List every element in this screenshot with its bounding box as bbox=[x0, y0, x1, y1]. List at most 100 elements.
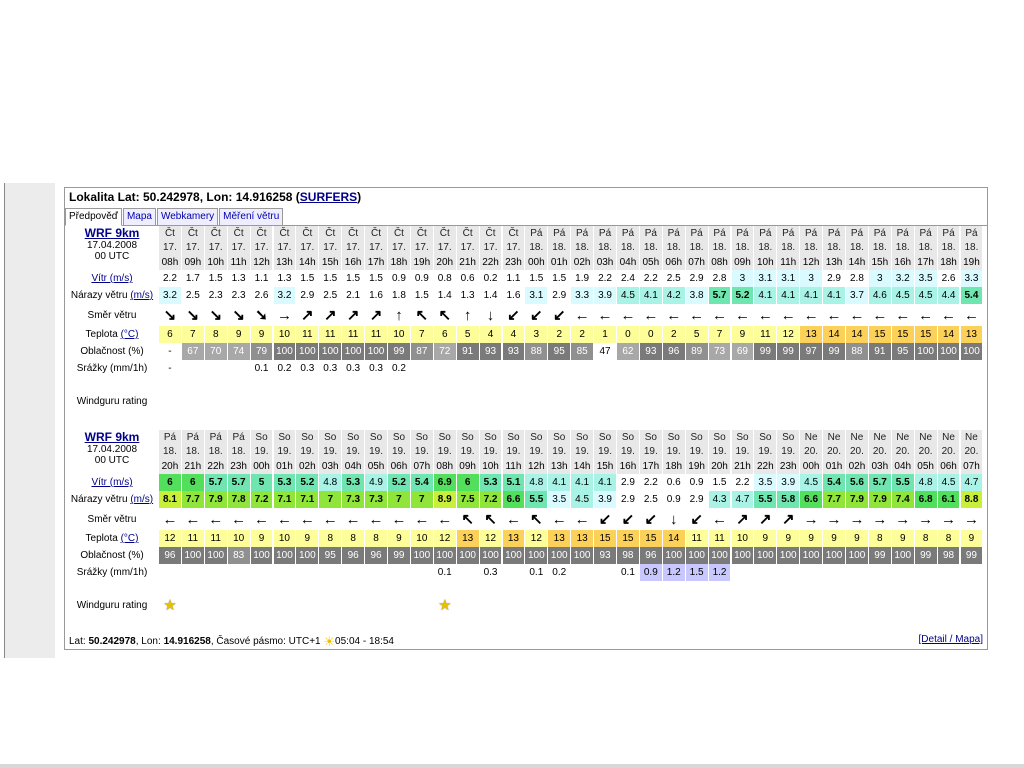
day-cell: Pá bbox=[525, 226, 548, 240]
cloud-cell: 100 bbox=[800, 547, 823, 564]
gust-cell: 7.9 bbox=[204, 491, 227, 508]
wind-cell: 5 bbox=[250, 474, 273, 491]
gust-cell: 2.3 bbox=[227, 287, 250, 304]
gust-cell: 5.4 bbox=[960, 287, 983, 304]
day-cell: So bbox=[479, 430, 502, 444]
direction-cell: ← bbox=[777, 304, 799, 326]
date-cell: 17. bbox=[250, 240, 273, 254]
cloud-cell: 100 bbox=[914, 343, 937, 360]
wind-arrow-icon: ← bbox=[276, 510, 292, 528]
direction-cell: ↙ bbox=[503, 304, 525, 326]
wind-cell: 4.8 bbox=[525, 474, 548, 491]
direction-cell: ↑ bbox=[457, 304, 479, 326]
hour-cell: 03h bbox=[319, 458, 342, 474]
temp-unit-link[interactable]: (°C) bbox=[121, 329, 139, 340]
direction-cell: ← bbox=[892, 304, 914, 326]
wind-cell: 1.5 bbox=[319, 270, 342, 287]
surfers-link[interactable]: SURFERS bbox=[300, 190, 357, 204]
gusts-unit-link[interactable]: (m/s) bbox=[130, 290, 153, 301]
temp-cell: 9 bbox=[754, 530, 777, 547]
tab-forecast[interactable]: Předpověď bbox=[65, 208, 122, 226]
gust-cell: 5.7 bbox=[708, 287, 731, 304]
precip-cell bbox=[250, 564, 273, 581]
date-cell: 19. bbox=[617, 444, 639, 458]
precip-cell bbox=[502, 360, 525, 377]
gust-cell: 3.3 bbox=[571, 287, 594, 304]
precip-cell bbox=[181, 564, 204, 581]
wind-cell: 2.8 bbox=[846, 270, 868, 287]
cloud-cell: 100 bbox=[204, 547, 227, 564]
wind-cell: 0.6 bbox=[662, 474, 685, 491]
wind-arrow-icon: ↗ bbox=[346, 306, 360, 324]
temp-cell: 13 bbox=[800, 326, 823, 343]
cloud-cell: 100 bbox=[685, 547, 708, 564]
wind-arrow-icon: ↗ bbox=[736, 510, 749, 528]
temp-cell: 10 bbox=[273, 326, 296, 343]
tab-wind-measurement[interactable]: Měření větru bbox=[219, 208, 284, 225]
gust-cell: 5.5 bbox=[754, 491, 777, 508]
wind-link[interactable]: Vítr (m/s) bbox=[91, 273, 132, 284]
temp-unit-link[interactable]: (°C) bbox=[121, 533, 139, 544]
wind-cell: 3.5 bbox=[914, 270, 937, 287]
gust-cell: 1.3 bbox=[456, 287, 479, 304]
cloud-cell: 79 bbox=[250, 343, 273, 360]
date-cell: 19. bbox=[273, 444, 296, 458]
hour-cell: 13h bbox=[823, 254, 845, 270]
precip-cell bbox=[617, 360, 639, 377]
direction-cell: → bbox=[823, 508, 845, 530]
cloud-cell: 69 bbox=[731, 343, 754, 360]
wind-arrow-icon: → bbox=[826, 510, 842, 528]
gusts-unit-link[interactable]: (m/s) bbox=[130, 494, 153, 505]
gust-cell: 4.1 bbox=[800, 287, 823, 304]
cloud-row: Oblačnost (%) 96 100 100 83 100 100 100 95 96 96 99… bbox=[65, 547, 987, 564]
direction-cell: ↙ bbox=[525, 304, 547, 326]
direction-cell: ← bbox=[686, 304, 708, 326]
precip-cell bbox=[410, 360, 433, 377]
hour-cell: 23h bbox=[502, 254, 525, 270]
wind-link[interactable]: Vítr (m/s) bbox=[91, 477, 132, 488]
wind-arrow-icon: ← bbox=[643, 306, 659, 324]
date-cell: 19. bbox=[594, 444, 616, 458]
gust-cell: 7.1 bbox=[273, 491, 296, 508]
wind-cell: 2.6 bbox=[937, 270, 960, 287]
precip-cell bbox=[365, 564, 387, 581]
temp-cell: 3 bbox=[525, 326, 548, 343]
precip-cell bbox=[685, 360, 708, 377]
hour-cell: 14h bbox=[296, 254, 319, 270]
direction-cell: ↘ bbox=[159, 304, 181, 326]
wind-arrow-icon: ← bbox=[162, 510, 178, 528]
temp-cell: 15 bbox=[868, 326, 891, 343]
day-cell: Čt bbox=[159, 226, 181, 240]
cloud-cell: 100 bbox=[502, 547, 525, 564]
wind-direction-row: Směr větru ← ← ← ← ← ← ← ← ← ← ← ← ← ↖ ↖ ← ↖ ← ← ↙ ↙ ↙ ↓ ↙ ← ↗ ↗ ↗ → →… bbox=[65, 508, 987, 530]
wind-arrow-icon: ↖ bbox=[438, 306, 452, 324]
direction-cell: → bbox=[274, 304, 296, 326]
day-cell: Pá bbox=[891, 226, 914, 240]
precip-cell bbox=[410, 564, 433, 581]
detail-map-link[interactable]: [Detail / Mapa] bbox=[919, 634, 983, 645]
gust-cell: 7.3 bbox=[342, 491, 365, 508]
horizontal-scrollbar[interactable] bbox=[0, 764, 1024, 768]
direction-cell: ↗ bbox=[296, 304, 318, 326]
cloud-cell: 100 bbox=[456, 547, 479, 564]
gust-cell: 7.8 bbox=[227, 491, 250, 508]
cloud-cell: 100 bbox=[319, 343, 342, 360]
hour-cell: 10h bbox=[754, 254, 777, 270]
hour-cell: 00h bbox=[250, 458, 273, 474]
cloud-cell: 95 bbox=[891, 343, 914, 360]
tab-map[interactable]: Mapa bbox=[122, 208, 156, 225]
tab-webcams[interactable]: Webkamery bbox=[156, 208, 219, 225]
date-cell: 19. bbox=[296, 444, 319, 458]
date-cell: 19. bbox=[777, 444, 800, 458]
temp-cell: 13 bbox=[960, 326, 983, 343]
date-cell: 19. bbox=[342, 444, 365, 458]
gust-cell: 4.5 bbox=[914, 287, 937, 304]
wind-cell: 1.1 bbox=[502, 270, 525, 287]
gust-cell: 4.1 bbox=[639, 287, 662, 304]
date-cell: 18. bbox=[571, 240, 594, 254]
direction-cell: ← bbox=[388, 508, 410, 530]
wind-arrow-icon: ← bbox=[574, 510, 590, 528]
precip-cell: 0.1 bbox=[433, 564, 456, 581]
hour-cell: 12h bbox=[525, 458, 548, 474]
day-cell: Ne bbox=[960, 430, 983, 444]
